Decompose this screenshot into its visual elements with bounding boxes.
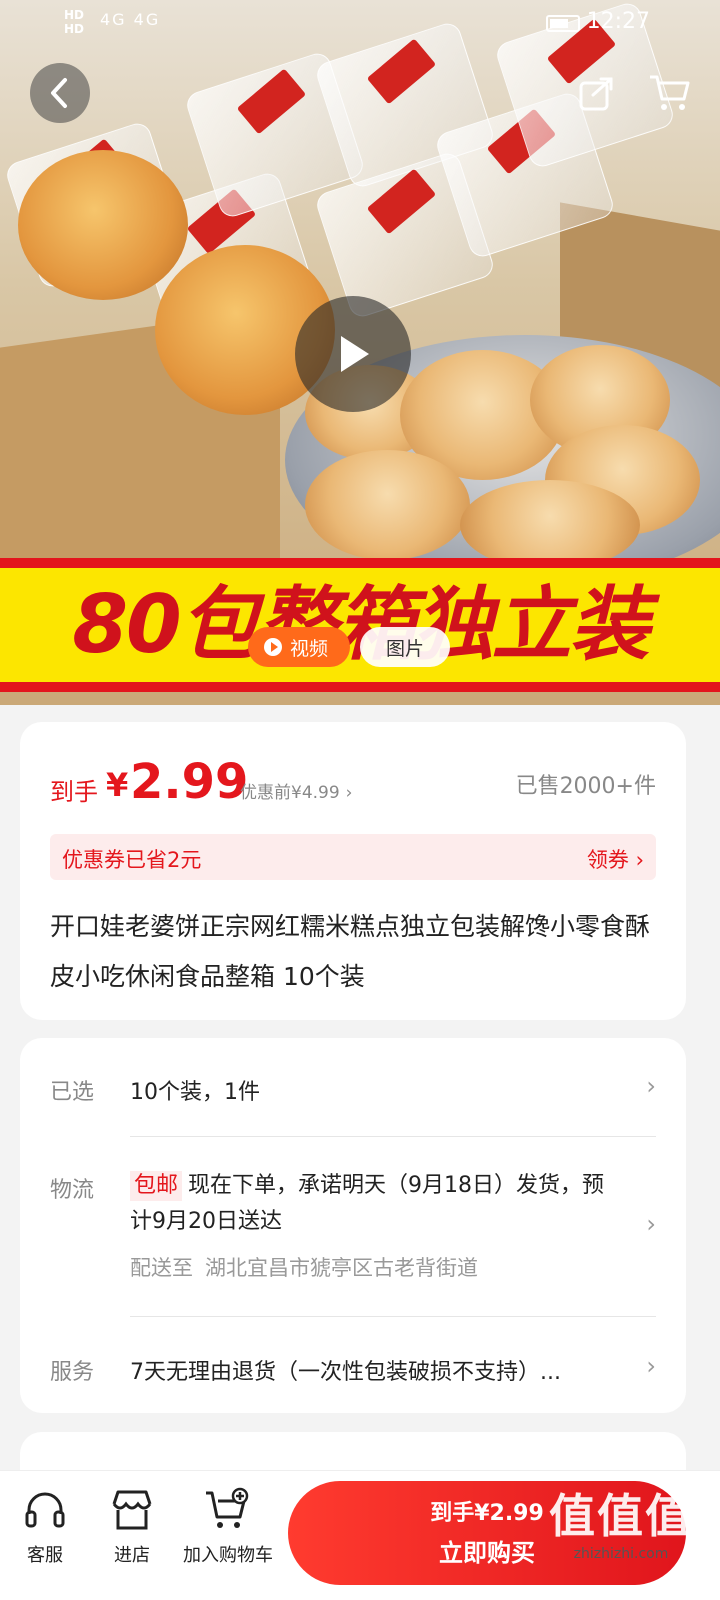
- product-image-carousel[interactable]: 80包整箱独立装 HD HD 4G 4G 12:27 视频 图片: [0, 0, 720, 705]
- selected-label: 已选: [50, 1080, 95, 1105]
- selected-value: 10个装，1件: [130, 1080, 260, 1105]
- add-to-cart-button[interactable]: 加入购物车: [178, 1485, 278, 1567]
- info-card: 已选 10个装，1件 › 物流 包邮 现在下单，承诺明天（9月18日）发货，预计9…: [20, 1038, 686, 1413]
- chevron-right-icon: ›: [646, 1072, 656, 1100]
- promo-banner: 80包整箱独立装: [0, 558, 720, 692]
- service-row[interactable]: 服务 7天无理由退货（一次性包装破损不支持）... ›: [50, 1350, 656, 1390]
- signal-icon: 4G 4G: [100, 10, 161, 29]
- sold-count: 已售2000+件: [515, 774, 656, 799]
- visit-shop-button[interactable]: 进店: [82, 1485, 182, 1567]
- currency-symbol: ¥: [106, 766, 129, 804]
- headset-icon: [25, 1492, 65, 1528]
- chevron-right-icon: ›: [635, 848, 644, 872]
- free-shipping-badge: 包邮: [130, 1171, 183, 1201]
- coupon-bar[interactable]: 优惠券已省2元 领券 ›: [50, 834, 656, 880]
- logistics-row[interactable]: 物流 包邮 现在下单，承诺明天（9月18日）发货，预计9月20日送达 配送至 湖北宜…: [50, 1168, 656, 1318]
- customer-service-button[interactable]: 客服: [0, 1485, 95, 1567]
- original-price-link[interactable]: 优惠前¥4.99 ›: [240, 778, 352, 803]
- hd-indicator: HD HD: [64, 8, 85, 36]
- chevron-right-icon: ›: [646, 1352, 656, 1380]
- price-prefix: 到手: [50, 778, 98, 806]
- pastry-illustration: [460, 480, 640, 570]
- cart-button[interactable]: [640, 63, 700, 123]
- tab-image[interactable]: 图片: [360, 627, 451, 667]
- add-cart-icon: [206, 1487, 249, 1528]
- logistics-label: 物流: [50, 1178, 95, 1203]
- divider: [130, 1316, 656, 1317]
- logistics-info: 包邮 现在下单，承诺明天（9月18日）发货，预计9月20日送达: [130, 1171, 605, 1234]
- play-icon: [341, 336, 369, 372]
- play-circle-icon: [264, 638, 282, 656]
- chevron-right-icon: ›: [646, 1210, 656, 1238]
- battery-icon: [546, 15, 580, 32]
- video-play-button[interactable]: [295, 296, 411, 412]
- product-title: 开口娃老婆饼正宗网红糯米糕点独立包装解馋小零食酥皮小吃休闲食品整箱 10个装: [50, 912, 651, 991]
- shop-icon: [112, 1490, 152, 1530]
- chevron-left-icon: [51, 78, 67, 108]
- price-row: 到手 ¥ 2.99 优惠前¥4.99 › 已售2000+件: [50, 752, 656, 812]
- media-toggle: 视频 图片: [248, 627, 451, 667]
- pastry-illustration: [305, 450, 470, 560]
- service-text: 7天无理由退货（一次性包装破损不支持）...: [130, 1360, 561, 1385]
- claim-coupon-button[interactable]: 领券 ›: [587, 844, 644, 874]
- share-button[interactable]: [567, 63, 627, 123]
- tab-video[interactable]: 视频: [248, 627, 351, 667]
- watermark-logo: 值值值 zhizhizhi.com: [549, 1489, 693, 1562]
- selected-spec-row[interactable]: 已选 10个装，1件 ›: [50, 1070, 656, 1110]
- chevron-right-icon: ›: [345, 783, 353, 803]
- price-value: 2.99: [130, 754, 249, 810]
- cart-icon: [650, 75, 690, 110]
- back-button[interactable]: [30, 63, 90, 123]
- delivery-address: 配送至 湖北宜昌市猇亭区古老背街道: [130, 1256, 478, 1280]
- status-bar: HD HD 4G 4G 12:27: [0, 0, 720, 46]
- clock: 12:27: [586, 9, 650, 34]
- share-icon: [579, 77, 613, 111]
- price-card: 到手 ¥ 2.99 优惠前¥4.99 › 已售2000+件 优惠券已省2元 领券 …: [20, 722, 686, 1020]
- coupon-text: 优惠券已省2元: [62, 848, 202, 872]
- pastry-illustration: [18, 150, 188, 300]
- service-label: 服务: [50, 1360, 95, 1385]
- divider: [130, 1136, 656, 1137]
